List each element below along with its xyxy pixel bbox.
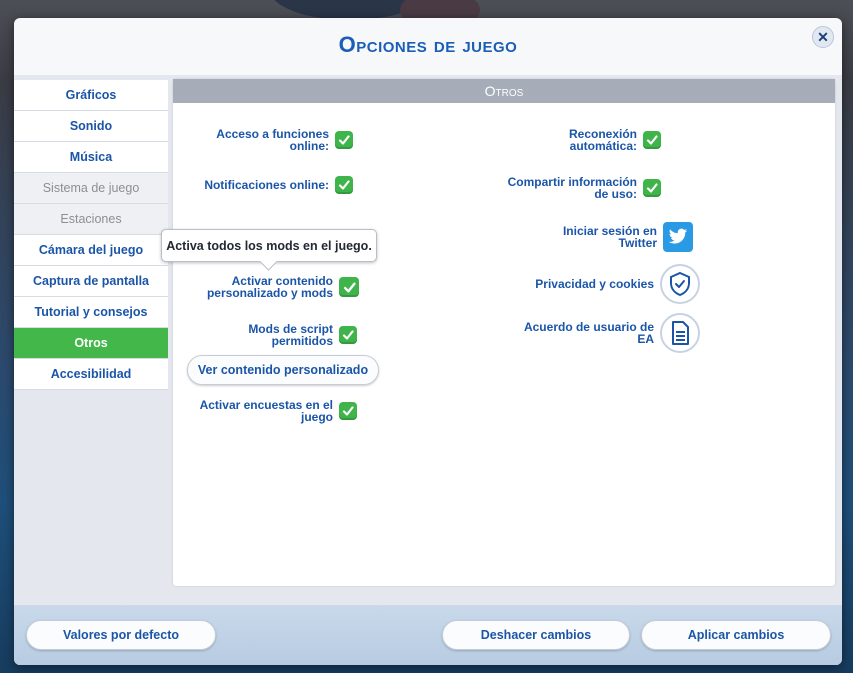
footer-bar: Valores por defecto Deshacer cambios Apl…: [14, 605, 842, 665]
close-button[interactable]: ✕: [812, 26, 834, 48]
options-panel: Otros Acceso a funciones online: Notific…: [173, 79, 835, 586]
undo-button[interactable]: Deshacer cambios: [442, 620, 630, 650]
option-share-usage: Compartir información de uso:: [503, 176, 661, 200]
sidebar-item-sistema-de-juego: Sistema de juego: [14, 173, 168, 204]
sidebar: Gráficos Sonido Música Sistema de juego …: [14, 80, 168, 390]
custom-content-checkbox[interactable]: [339, 277, 359, 297]
check-icon: [646, 183, 658, 193]
tooltip: Activa todos los mods en el juego.: [161, 229, 377, 262]
sidebar-item-estaciones: Estaciones: [14, 204, 168, 235]
user-agreement-label: Acuerdo de usuario de EA: [523, 320, 654, 346]
panel-header: Otros: [173, 79, 835, 103]
view-custom-content-button[interactable]: Ver contenido personalizado: [187, 355, 379, 385]
sidebar-item-tutorial[interactable]: Tutorial y consejos: [14, 297, 168, 328]
privacy-label: Privacidad y cookies: [535, 277, 654, 291]
defaults-button[interactable]: Valores por defecto: [26, 620, 216, 650]
shield-check-icon: [670, 271, 690, 297]
option-user-agreement: Acuerdo de usuario de EA: [503, 313, 700, 353]
surveys-label: Activar encuestas en el juego: [199, 398, 333, 424]
option-privacy: Privacidad y cookies: [503, 264, 700, 304]
script-mods-label: Mods de script permitidos: [248, 322, 333, 348]
game-options-dialog: Opciones de juego ✕ Gráficos Sonido Músi…: [14, 18, 842, 665]
twitter-login-label: Iniciar sesión en Twitter: [562, 224, 657, 250]
check-icon: [342, 330, 354, 340]
share-usage-checkbox[interactable]: [643, 179, 661, 197]
sidebar-item-sonido[interactable]: Sonido: [14, 111, 168, 142]
surveys-checkbox[interactable]: [339, 402, 357, 420]
share-usage-label: Compartir información de uso:: [507, 175, 637, 201]
online-notifications-label: Notificaciones online:: [204, 178, 329, 192]
dialog-title: Opciones de juego: [338, 32, 518, 57]
sidebar-item-captura[interactable]: Captura de pantalla: [14, 266, 168, 297]
option-custom-content: Activar contenido personalizado y mods: [183, 275, 359, 299]
twitter-button[interactable]: [663, 222, 693, 252]
sidebar-item-camara[interactable]: Cámara del juego: [14, 235, 168, 266]
script-mods-checkbox[interactable]: [339, 326, 357, 344]
twitter-bird-icon: [668, 228, 688, 244]
option-online-functions: Acceso a funciones online:: [183, 128, 353, 152]
sidebar-item-accesibilidad[interactable]: Accesibilidad: [14, 359, 168, 390]
check-icon: [646, 135, 658, 145]
option-twitter-login: Iniciar sesión en Twitter: [503, 222, 693, 252]
option-online-notifications: Notificaciones online:: [183, 176, 353, 194]
check-icon: [338, 135, 350, 145]
privacy-button[interactable]: [660, 264, 700, 304]
sidebar-item-musica[interactable]: Música: [14, 142, 168, 173]
custom-content-label: Activar contenido personalizado y mods: [206, 274, 333, 300]
option-surveys: Activar encuestas en el juego: [183, 399, 357, 423]
sidebar-item-graficos[interactable]: Gráficos: [14, 80, 168, 111]
user-agreement-button[interactable]: [660, 313, 700, 353]
check-icon: [338, 180, 350, 190]
auto-reconnect-checkbox[interactable]: [643, 131, 661, 149]
online-functions-checkbox[interactable]: [335, 131, 353, 149]
online-functions-label: Acceso a funciones online:: [216, 127, 329, 153]
online-notifications-checkbox[interactable]: [335, 176, 353, 194]
sidebar-item-otros[interactable]: Otros: [14, 328, 168, 359]
option-auto-reconnect: Reconexión automática:: [503, 128, 661, 152]
auto-reconnect-label: Reconexión automática:: [568, 127, 637, 153]
check-icon: [343, 282, 356, 292]
document-icon: [672, 321, 689, 345]
close-icon: ✕: [817, 28, 829, 45]
apply-button[interactable]: Aplicar cambios: [641, 620, 831, 650]
option-script-mods: Mods de script permitidos: [183, 323, 357, 347]
check-icon: [342, 406, 354, 416]
